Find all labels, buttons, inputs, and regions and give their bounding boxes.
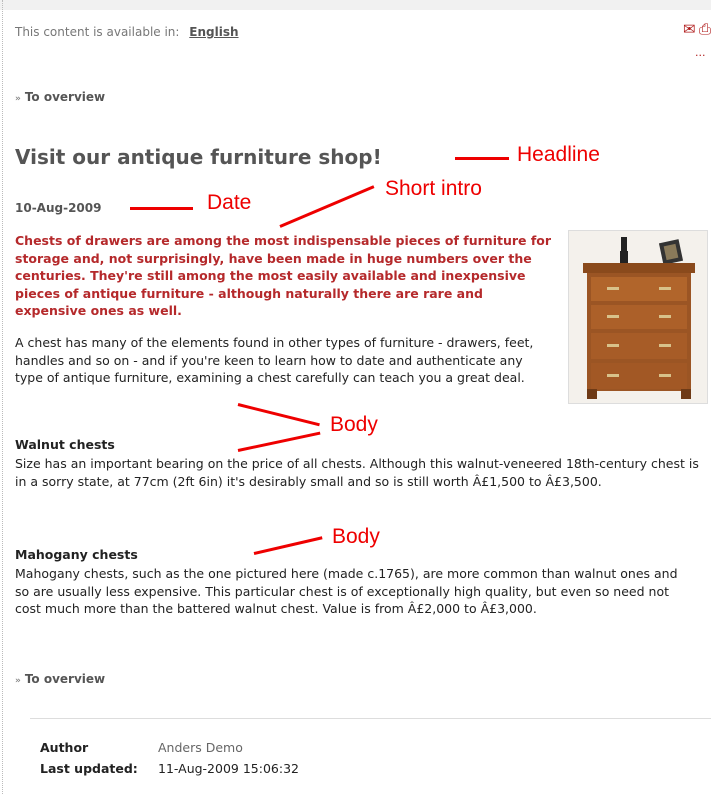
annotation-line-body-1a: [237, 403, 320, 427]
language-link-english[interactable]: English: [189, 25, 238, 39]
last-updated-row: Last updated: 11-Aug-2009 15:06:32: [40, 761, 299, 776]
annotation-date: Date: [207, 191, 252, 214]
annotation-line-headline: [455, 157, 509, 160]
language-availability: This content is available in: English: [15, 25, 239, 39]
top-bar: [0, 0, 711, 10]
section-title-mahogany: Mahogany chests: [15, 547, 138, 562]
author-value: Anders Demo: [158, 740, 243, 755]
page-border: [2, 0, 3, 794]
article-intro: Chests of drawers are among the most ind…: [15, 233, 552, 318]
annotation-short-intro: Short intro: [385, 177, 482, 200]
section-text-walnut: Size has an important bearing on the pri…: [15, 456, 699, 489]
section-text-mahogany: Mahogany chests, such as the one picture…: [15, 566, 678, 616]
body-paragraph: A chest has many of the elements found i…: [15, 335, 534, 385]
divider: [30, 718, 711, 719]
email-icon[interactable]: ✉: [683, 20, 696, 38]
page-title: Visit our antique furniture shop!: [15, 145, 382, 169]
annotation-line-body-2: [253, 536, 323, 555]
to-overview-link-bottom[interactable]: » To overview: [15, 672, 105, 686]
last-updated-label: Last updated:: [40, 761, 138, 776]
toolbar-icons: ✉ ⎙ ...: [681, 20, 711, 70]
annotation-body-1: Body: [330, 413, 378, 436]
print-icon[interactable]: ⎙: [699, 20, 711, 38]
double-chevron-right-icon: »: [15, 676, 21, 686]
annotation-line-intro: [279, 185, 375, 228]
availability-label: This content is available in:: [15, 25, 180, 39]
author-row: Author Anders Demo: [40, 740, 243, 755]
to-overview-link-top[interactable]: » To overview: [15, 90, 105, 104]
author-label: Author: [40, 740, 89, 755]
annotation-line-body-1b: [237, 431, 321, 452]
annotation-headline: Headline: [517, 143, 600, 166]
article-date: 10-Aug-2009: [15, 201, 102, 215]
section-title-walnut: Walnut chests: [15, 437, 115, 452]
corner-text: ...: [695, 46, 706, 59]
last-updated-value: 11-Aug-2009 15:06:32: [158, 761, 299, 776]
annotation-body-2: Body: [332, 525, 380, 548]
annotation-line-date: [130, 207, 193, 210]
double-chevron-right-icon: »: [15, 94, 21, 104]
overview-label: To overview: [24, 672, 106, 686]
overview-label: To overview: [24, 90, 106, 104]
chest-of-drawers-image: [568, 230, 708, 404]
